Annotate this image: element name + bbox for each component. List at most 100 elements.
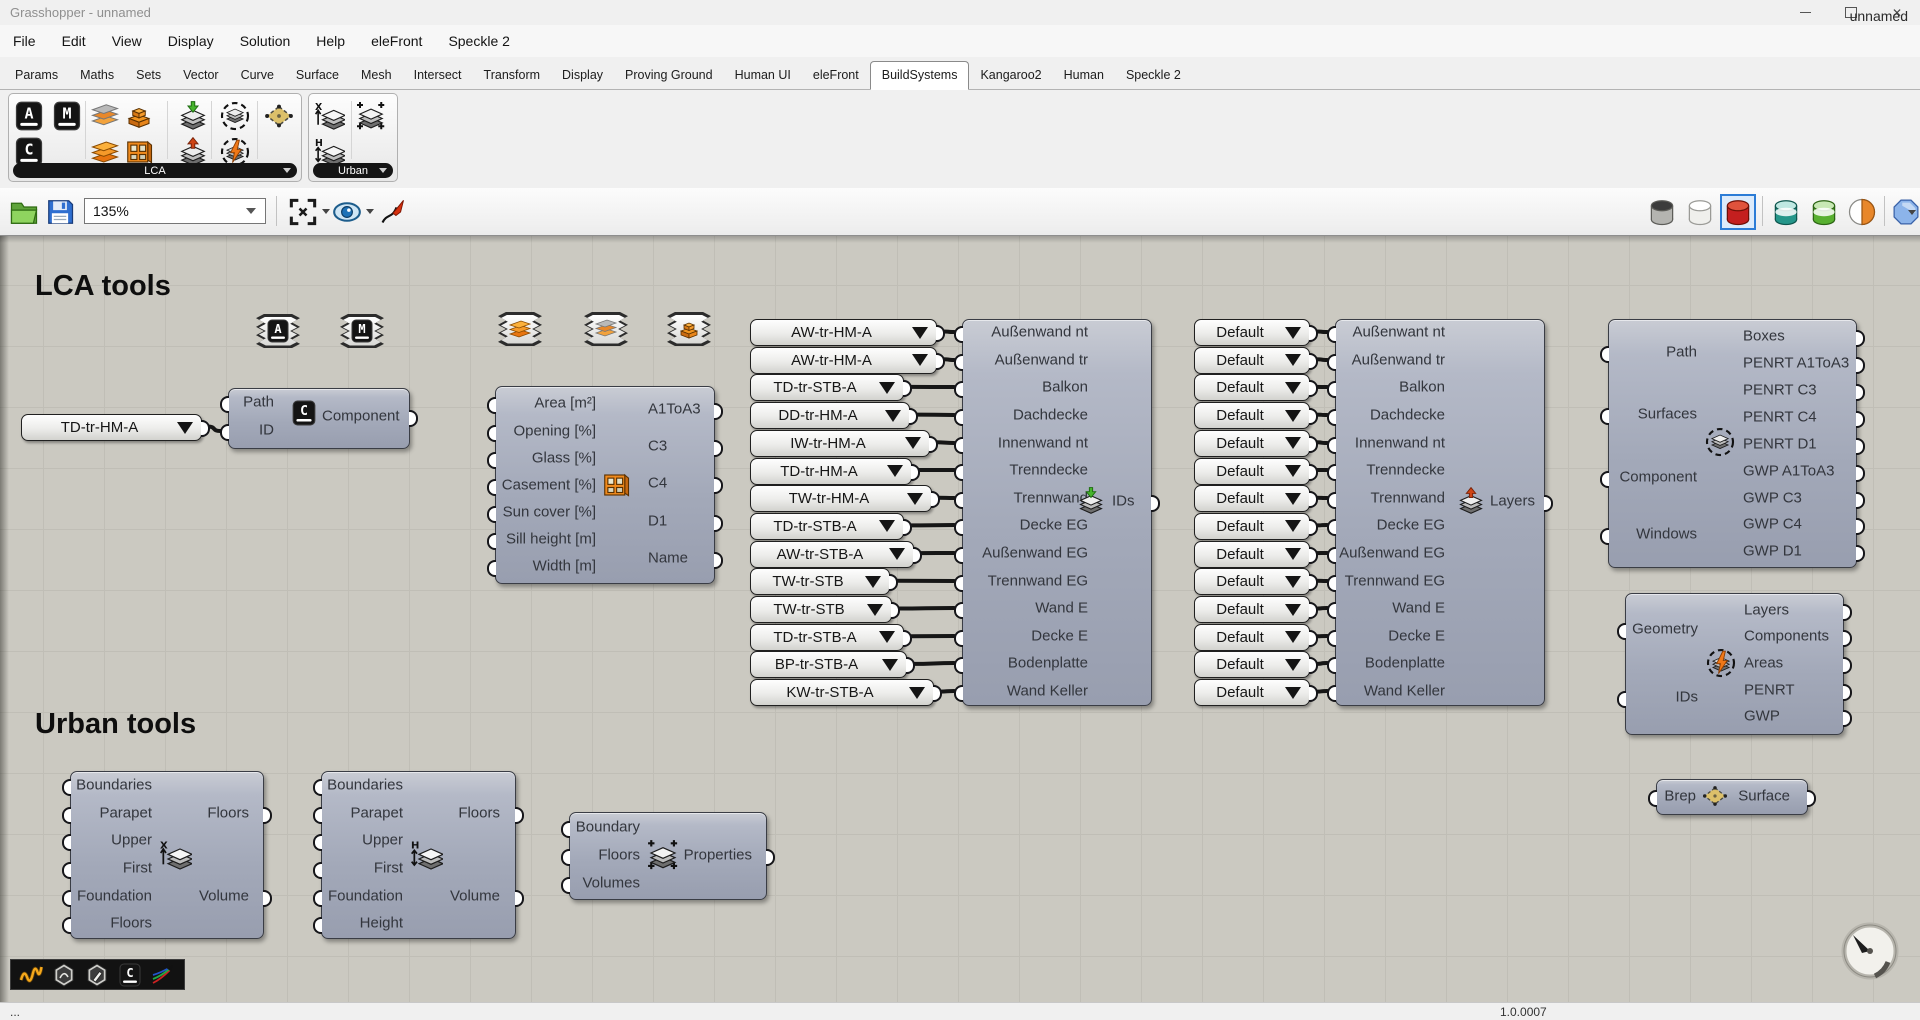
chevron-down-icon[interactable]: [366, 209, 374, 214]
dropdown-triangle-icon[interactable]: [865, 576, 881, 588]
input-port[interactable]: [313, 917, 322, 934]
input-port[interactable]: [1327, 630, 1336, 647]
dropdown-triangle-icon[interactable]: [879, 631, 895, 643]
value-list[interactable]: DD-tr-HM-A: [750, 402, 910, 429]
dropdown-triangle-icon[interactable]: [882, 659, 898, 671]
dropdown-triangle-icon[interactable]: [887, 465, 903, 477]
tab-curve[interactable]: Curve: [230, 62, 285, 89]
input-port[interactable]: [561, 877, 570, 894]
stack-select-button[interactable]: [355, 100, 387, 132]
input-port[interactable]: [1327, 519, 1336, 536]
value-list[interactable]: TW-tr-STB: [750, 596, 892, 623]
dropdown-triangle-icon[interactable]: [885, 410, 901, 422]
stack-x-button[interactable]: X: [314, 100, 346, 132]
value-list[interactable]: AW-tr-STB-A: [750, 541, 914, 568]
input-port[interactable]: [62, 917, 71, 934]
input-port[interactable]: [1327, 437, 1336, 454]
input-port[interactable]: [954, 326, 963, 343]
input-port[interactable]: [954, 492, 963, 509]
input-port[interactable]: [313, 807, 322, 824]
canvas[interactable]: LCA toolsUrban toolsAMTD-tr-HM-AAW-tr-HM…: [0, 236, 1920, 1002]
input-port[interactable]: [1327, 381, 1336, 398]
minimize-button[interactable]: [1782, 0, 1828, 25]
input-port[interactable]: [954, 354, 963, 371]
stack-down-button[interactable]: [177, 100, 209, 132]
book-m-button[interactable]: M: [51, 100, 83, 132]
input-port[interactable]: [1600, 346, 1609, 363]
preview-wire-button[interactable]: [1646, 196, 1678, 228]
input-port[interactable]: [1617, 691, 1626, 708]
timber-bundle-button[interactable]: [123, 100, 155, 132]
input-port[interactable]: [954, 602, 963, 619]
input-port[interactable]: [62, 862, 71, 879]
input-port[interactable]: [487, 452, 496, 469]
menu-display[interactable]: Display: [155, 33, 227, 49]
ribbon-group-label-lca[interactable]: LCA: [13, 163, 297, 178]
dart-icon[interactable]: [151, 963, 175, 987]
value-list[interactable]: TD-tr-STB-A: [750, 513, 904, 540]
mesh-plane-button[interactable]: [263, 100, 295, 132]
menu-edit[interactable]: Edit: [49, 33, 99, 49]
input-port[interactable]: [313, 779, 322, 796]
zoom-extents-button[interactable]: [288, 197, 318, 227]
input-port[interactable]: [561, 821, 570, 838]
tab-transform[interactable]: Transform: [473, 62, 552, 89]
zoom-combo[interactable]: 135%: [84, 198, 266, 224]
chevron-down-icon[interactable]: [322, 209, 330, 214]
input-port[interactable]: [954, 409, 963, 426]
input-port[interactable]: [1327, 492, 1336, 509]
hex-draw-icon[interactable]: [52, 963, 76, 987]
tab-vector[interactable]: Vector: [172, 62, 229, 89]
tab-human[interactable]: Human: [1053, 62, 1115, 89]
tab-speckle-2[interactable]: Speckle 2: [1115, 62, 1192, 89]
tab-surface[interactable]: Surface: [285, 62, 350, 89]
preview-on-button[interactable]: [1770, 196, 1802, 228]
input-port[interactable]: [954, 547, 963, 564]
input-port[interactable]: [487, 397, 496, 414]
tab-kangaroo2[interactable]: Kangaroo2: [969, 62, 1052, 89]
input-port[interactable]: [954, 437, 963, 454]
input-port[interactable]: [1600, 528, 1609, 545]
squiggle-icon[interactable]: [19, 963, 43, 987]
input-port[interactable]: [487, 560, 496, 577]
dropdown-triangle-icon[interactable]: [879, 382, 895, 394]
menu-speckle-2[interactable]: Speckle 2: [435, 33, 522, 49]
preview-shaded-button[interactable]: [1722, 196, 1754, 228]
input-port[interactable]: [1648, 790, 1657, 807]
input-port[interactable]: [62, 807, 71, 824]
input-port[interactable]: [487, 533, 496, 550]
tab-buildsystems[interactable]: BuildSystems: [870, 61, 970, 90]
input-port[interactable]: [954, 575, 963, 592]
menu-view[interactable]: View: [99, 33, 155, 49]
menu-help[interactable]: Help: [303, 33, 358, 49]
input-port[interactable]: [954, 657, 963, 674]
value-list[interactable]: KW-tr-STB-A: [750, 679, 934, 706]
input-port[interactable]: [1327, 464, 1336, 481]
value-list[interactable]: TW-tr-HM-A: [750, 485, 932, 512]
input-port[interactable]: [313, 862, 322, 879]
layers-light-button[interactable]: [89, 100, 121, 132]
input-port[interactable]: [313, 834, 322, 851]
preview-half-button[interactable]: [1846, 196, 1878, 228]
menu-solution[interactable]: Solution: [227, 33, 304, 49]
value-list[interactable]: BP-tr-STB-A: [750, 651, 907, 678]
stack-orbit-button[interactable]: [219, 100, 251, 132]
input-port[interactable]: [1327, 602, 1336, 619]
input-port[interactable]: [1327, 657, 1336, 674]
preview-ghost-button[interactable]: [1684, 196, 1716, 228]
chevron-down-icon[interactable]: [1908, 210, 1916, 215]
value-list[interactable]: TD-tr-STB-A: [750, 624, 904, 651]
tab-proving-ground[interactable]: Proving Ground: [614, 62, 724, 89]
input-port[interactable]: [1327, 409, 1336, 426]
canvas-widget-toolbar[interactable]: C: [10, 959, 185, 990]
input-port[interactable]: [954, 685, 963, 702]
input-port[interactable]: [220, 424, 229, 441]
tab-intersect[interactable]: Intersect: [403, 62, 473, 89]
tab-human-ui[interactable]: Human UI: [724, 62, 802, 89]
tab-mesh[interactable]: Mesh: [350, 62, 403, 89]
tab-params[interactable]: Params: [4, 62, 69, 89]
sketch-pen-button[interactable]: [378, 197, 408, 227]
ribbon-group-label-urban[interactable]: Urban: [313, 163, 393, 178]
tab-sets[interactable]: Sets: [125, 62, 172, 89]
menu-elefront[interactable]: eleFront: [358, 33, 435, 49]
